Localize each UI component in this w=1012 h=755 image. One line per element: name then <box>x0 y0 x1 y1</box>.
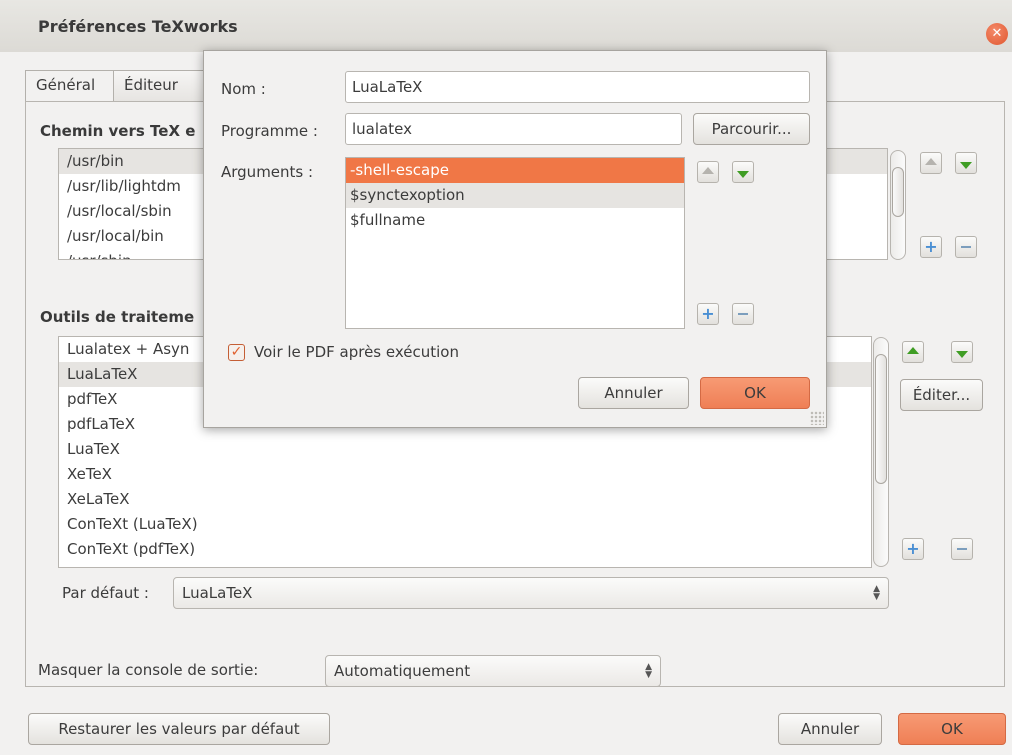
default-tool-select[interactable]: LuaLaTeX ▲ ▼ <box>173 577 889 609</box>
default-tool-value: LuaLaTeX <box>182 584 253 602</box>
plus-icon: + <box>906 539 920 558</box>
dialog-cancel-label: Annuler <box>604 384 663 402</box>
list-item[interactable]: ConTeXt (pdfTeX) <box>59 537 871 562</box>
console-label: Masquer la console de sortie: <box>38 661 259 679</box>
dialog-ok-button[interactable]: OK <box>700 377 810 409</box>
edit-tool-button[interactable]: Éditer... <box>900 379 983 411</box>
arguments-label: Arguments : <box>221 163 314 181</box>
paths-move-down-button[interactable] <box>955 152 977 174</box>
show-pdf-checkbox[interactable]: ✓ <box>228 344 245 361</box>
show-pdf-label: Voir le PDF après exécution <box>254 343 459 361</box>
scroll-thumb[interactable] <box>892 167 904 217</box>
console-select[interactable]: Automatiquement ▲ ▼ <box>325 655 661 687</box>
minus-icon <box>961 246 971 248</box>
arrow-down-icon <box>956 350 968 358</box>
list-item[interactable]: XeTeX <box>59 462 871 487</box>
dialog-ok-label: OK <box>744 384 766 402</box>
chevron-updown-icon: ▲ ▼ <box>873 584 880 602</box>
list-item[interactable]: LuaTeX <box>59 437 871 462</box>
arrow-up-icon <box>702 166 714 174</box>
tools-scrollbar[interactable] <box>873 337 889 567</box>
argument-move-down-button[interactable] <box>732 161 754 183</box>
tools-remove-button[interactable] <box>951 538 973 560</box>
arrow-up-icon <box>925 157 937 165</box>
tab-editor[interactable]: Éditeur <box>113 70 205 102</box>
list-item[interactable]: XeLaTeX <box>59 487 871 512</box>
paths-remove-button[interactable] <box>955 236 977 258</box>
minus-icon <box>738 313 748 315</box>
arrow-down-icon <box>960 161 972 169</box>
paths-add-button[interactable]: + <box>920 236 942 258</box>
cancel-button-label: Annuler <box>800 720 860 738</box>
ok-button[interactable]: OK <box>898 713 1006 745</box>
browse-button[interactable]: Parcourir... <box>693 113 810 145</box>
tools-add-button[interactable]: + <box>902 538 924 560</box>
arguments-list[interactable]: -shell-escape $synctexoption $fullname <box>345 157 685 329</box>
paths-scrollbar[interactable] <box>890 150 906 260</box>
chevron-updown-icon: ▲ ▼ <box>645 662 652 680</box>
argument-remove-button[interactable] <box>732 303 754 325</box>
list-item[interactable]: $fullname <box>346 208 684 233</box>
list-item[interactable]: ConTeXt (LuaTeX) <box>59 512 871 537</box>
plus-icon: + <box>924 237 938 256</box>
resize-grip-icon[interactable] <box>810 411 824 425</box>
plus-icon: + <box>701 304 715 323</box>
tab-general-label: Général <box>36 76 96 94</box>
tab-general[interactable]: Général <box>25 70 114 102</box>
program-label: Programme : <box>221 122 318 140</box>
tools-move-down-button[interactable] <box>951 341 973 363</box>
name-input[interactable]: LuaLaTeX <box>345 71 810 103</box>
title-bar: Préférences TeXworks ✕ <box>0 0 1012 52</box>
close-icon[interactable]: ✕ <box>986 23 1008 45</box>
tool-editor-dialog: Nom : LuaLaTeX Programme : lualatex Parc… <box>203 50 827 428</box>
list-item[interactable]: $synctexoption <box>346 183 684 208</box>
program-input[interactable]: lualatex <box>345 113 682 145</box>
tools-move-up-button[interactable] <box>902 341 924 363</box>
paths-move-up-button[interactable] <box>920 152 942 174</box>
restore-defaults-button[interactable]: Restaurer les valeurs par défaut <box>28 713 330 745</box>
argument-add-button[interactable]: + <box>697 303 719 325</box>
arrow-down-icon <box>737 170 749 178</box>
minus-icon <box>957 548 967 550</box>
list-item[interactable]: -shell-escape <box>346 158 684 183</box>
paths-section-title: Chemin vers TeX e <box>40 122 196 140</box>
console-value: Automatiquement <box>334 662 471 680</box>
default-tool-label: Par défaut : <box>62 584 149 602</box>
dialog-cancel-button[interactable]: Annuler <box>578 377 689 409</box>
arrow-up-icon <box>907 346 919 354</box>
name-label: Nom : <box>221 80 266 98</box>
scroll-thumb[interactable] <box>875 354 887 484</box>
cancel-button[interactable]: Annuler <box>778 713 882 745</box>
argument-move-up-button[interactable] <box>697 161 719 183</box>
ok-button-label: OK <box>941 720 963 738</box>
tab-editor-label: Éditeur <box>124 76 178 94</box>
window-title: Préférences TeXworks <box>38 17 238 36</box>
tools-section-title: Outils de traiteme <box>40 308 195 326</box>
